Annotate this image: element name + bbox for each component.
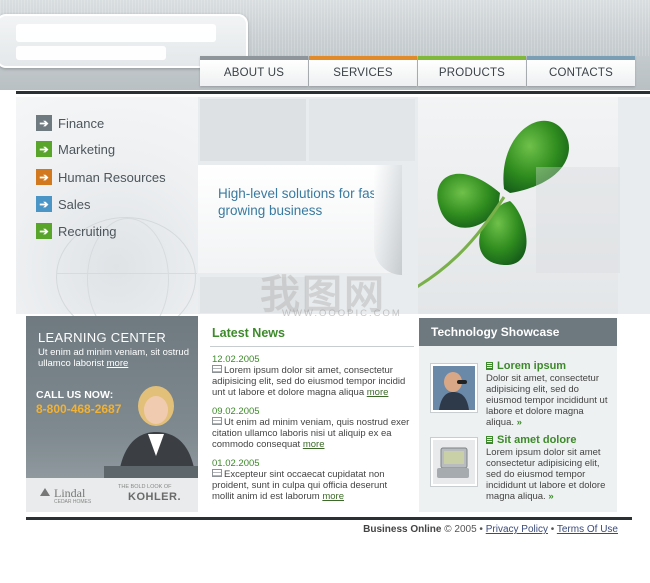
arrow-right-icon: ➔: [36, 115, 52, 131]
sidebar-item-marketing[interactable]: ➔ Marketing: [36, 141, 115, 157]
tech-item-title[interactable]: Sit amet dolore: [486, 434, 576, 446]
sidebar-item-label: Recruiting: [58, 223, 117, 239]
banner-tagline: High-level solutions for fast growing bu…: [218, 186, 381, 218]
learning-center-title: LEARNING CENTER: [38, 330, 167, 345]
page: ABOUT US SERVICES PRODUCTS CONTACTS ➔ Fi…: [0, 0, 650, 583]
arrow-right-icon: ➔: [36, 169, 52, 185]
news-more-link[interactable]: more: [322, 491, 344, 502]
news-item: 12.02.2005 Lorem ipsum dolor sit amet, c…: [212, 354, 410, 398]
arrow-right-icon: ➔: [36, 196, 52, 212]
news-date: 12.02.2005: [212, 354, 260, 365]
news-more-link[interactable]: more: [367, 387, 389, 398]
arrow-right-icon: ➔: [36, 223, 52, 239]
sidebar-item-label: Finance: [58, 115, 105, 131]
nav-tab-about-us[interactable]: ABOUT US: [200, 56, 308, 86]
tech-item-title-text: Lorem ipsum: [497, 360, 567, 372]
news-body: Excepteur sint occaecat cupidatat non pr…: [212, 469, 388, 502]
news-divider: [210, 346, 414, 347]
news-text: Excepteur sint occaecat cupidatat non pr…: [212, 469, 410, 502]
device-photo[interactable]: [431, 438, 477, 486]
privacy-policy-link[interactable]: Privacy Policy: [486, 524, 548, 535]
terms-of-use-link[interactable]: Terms Of Use: [557, 524, 618, 535]
businesswoman-photo: [104, 386, 198, 480]
document-icon: [212, 417, 222, 426]
latest-news-panel: Latest News 12.02.2005 Lorem ipsum dolor…: [210, 316, 414, 512]
phone-user-photo[interactable]: [431, 364, 477, 412]
page-curl-decoration: [374, 165, 402, 275]
news-item: 01.02.2005 Excepteur sint occaecat cupid…: [212, 458, 410, 502]
document-icon: [212, 365, 222, 374]
technology-showcase-panel: Technology Showcase Lorem ipsum Dolor si…: [419, 318, 617, 512]
news-date: 09.02.2005: [212, 406, 260, 417]
brand-strip: Lindal CEDAR HOMES THE BOLD LOOK OF KOHL…: [26, 478, 198, 512]
arrow-right-icon: ➔: [36, 141, 52, 157]
footer-copyright: © 2005 •: [444, 524, 483, 535]
tech-item-text: Lorem ipsum dolor sit amet consectetur a…: [486, 447, 614, 502]
banner-tile: [536, 167, 620, 273]
news-text: Lorem ipsum dolor sit amet, consectetur …: [212, 365, 410, 398]
learning-center-text: Ut enim ad minim veniam, sit ostrud ulla…: [38, 347, 194, 369]
banner-tile: [309, 99, 415, 161]
sidebar-item-finance[interactable]: ➔ Finance: [36, 115, 104, 131]
main-nav: ABOUT US SERVICES PRODUCTS CONTACTS: [200, 56, 636, 86]
footer-separator: •: [550, 524, 555, 535]
nav-tab-contacts[interactable]: CONTACTS: [527, 56, 635, 86]
sidebar-item-sales[interactable]: ➔ Sales: [36, 196, 91, 212]
news-item: 09.02.2005 Ut enim ad minim veniam, quis…: [212, 406, 410, 450]
logo-bar-bottom: [16, 46, 166, 60]
logo-bar-top: [16, 24, 216, 42]
news-date: 01.02.2005: [212, 458, 260, 469]
brand-kohler: KOHLER.: [128, 491, 181, 503]
call-us-label: CALL US NOW:: [36, 389, 114, 401]
nav-tab-products[interactable]: PRODUCTS: [418, 56, 526, 86]
tech-item-body: Lorem ipsum dolor sit amet consectetur a…: [486, 447, 606, 502]
news-more-link[interactable]: more: [303, 439, 325, 450]
nav-tab-services[interactable]: SERVICES: [309, 56, 417, 86]
document-icon: [486, 436, 493, 444]
tech-more-link[interactable]: »: [517, 417, 522, 428]
sidebar-menu: ➔ Finance ➔ Marketing ➔ Human Resources …: [16, 97, 198, 340]
brand-kohler-tagline: THE BOLD LOOK OF: [118, 484, 172, 490]
news-text: Ut enim ad minim veniam, quis nostrud ex…: [212, 417, 410, 450]
tech-item-title[interactable]: Lorem ipsum: [486, 360, 566, 372]
lindal-logo-icon: [40, 488, 50, 496]
footer-divider: [26, 517, 632, 520]
sidebar-item-human-resources[interactable]: ➔ Human Resources: [36, 169, 166, 185]
banner-tile: [200, 99, 306, 161]
sidebar-item-label: Sales: [58, 196, 91, 212]
document-icon: [486, 362, 493, 370]
tech-item-body: Dolor sit amet, consectetur adipisicing …: [486, 373, 608, 428]
technology-showcase-title: Technology Showcase: [419, 318, 617, 346]
sidebar-item-label: Marketing: [58, 141, 116, 157]
header: ABOUT US SERVICES PRODUCTS CONTACTS: [0, 0, 650, 90]
footer: Business Online © 2005 • Privacy Policy …: [363, 524, 618, 535]
handheld-device-icon: [433, 440, 475, 484]
header-divider: [16, 91, 650, 94]
learning-center-panel: LEARNING CENTER Ut enim ad minim veniam,…: [26, 316, 198, 512]
brand-lindal-sub: CEDAR HOMES: [54, 499, 92, 505]
latest-news-title: Latest News: [212, 326, 285, 340]
tech-item-title-text: Sit amet dolore: [497, 434, 577, 446]
document-icon: [212, 469, 222, 478]
tech-item-text: Dolor sit amet, consectetur adipisicing …: [486, 373, 614, 428]
sidebar-item-recruiting[interactable]: ➔ Recruiting: [36, 223, 117, 239]
learning-center-more-link[interactable]: more: [107, 358, 129, 369]
footer-company: Business Online: [363, 524, 442, 535]
sidebar-item-label: Human Resources: [58, 169, 166, 185]
tagline-panel: High-level solutions for fast growing bu…: [198, 165, 402, 273]
tech-more-link[interactable]: »: [548, 491, 553, 502]
person-on-phone-icon: [433, 366, 475, 410]
